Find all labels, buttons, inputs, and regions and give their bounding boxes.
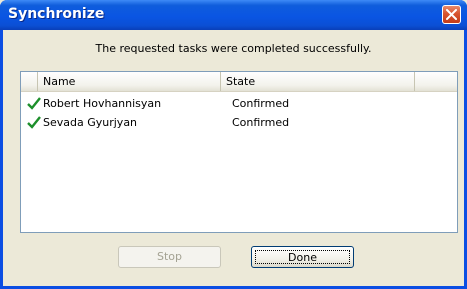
row-name: Robert Hovhannisyan xyxy=(43,97,162,110)
row-state: Confirmed xyxy=(232,97,290,110)
list-item[interactable]: Robert Hovhannisyan Confirmed xyxy=(21,95,457,113)
column-header-status[interactable] xyxy=(21,72,38,91)
done-button-label: Done xyxy=(255,250,350,264)
stop-button[interactable]: Stop xyxy=(118,246,221,268)
title-bar[interactable]: Synchronize xyxy=(0,0,467,30)
row-name: Sevada Gyurjyan xyxy=(43,116,138,129)
synchronize-dialog: Synchronize The requested tasks were com… xyxy=(0,0,467,289)
row-state: Confirmed xyxy=(232,116,290,129)
list-header: Name State xyxy=(21,72,457,92)
task-list[interactable]: Name State Robert Hovhannisyan Confirmed… xyxy=(20,71,458,233)
list-item[interactable]: Sevada Gyurjyan Confirmed xyxy=(21,114,457,132)
column-header-name[interactable]: Name xyxy=(38,72,221,91)
checkmark-icon xyxy=(27,97,41,110)
column-header-filler xyxy=(415,72,457,91)
close-button[interactable] xyxy=(442,5,461,24)
close-icon xyxy=(446,9,457,20)
checkmark-icon xyxy=(27,116,41,129)
window-title: Synchronize xyxy=(8,6,105,22)
column-header-state[interactable]: State xyxy=(221,72,415,91)
done-button[interactable]: Done xyxy=(251,246,354,268)
status-message: The requested tasks were completed succe… xyxy=(95,42,372,55)
